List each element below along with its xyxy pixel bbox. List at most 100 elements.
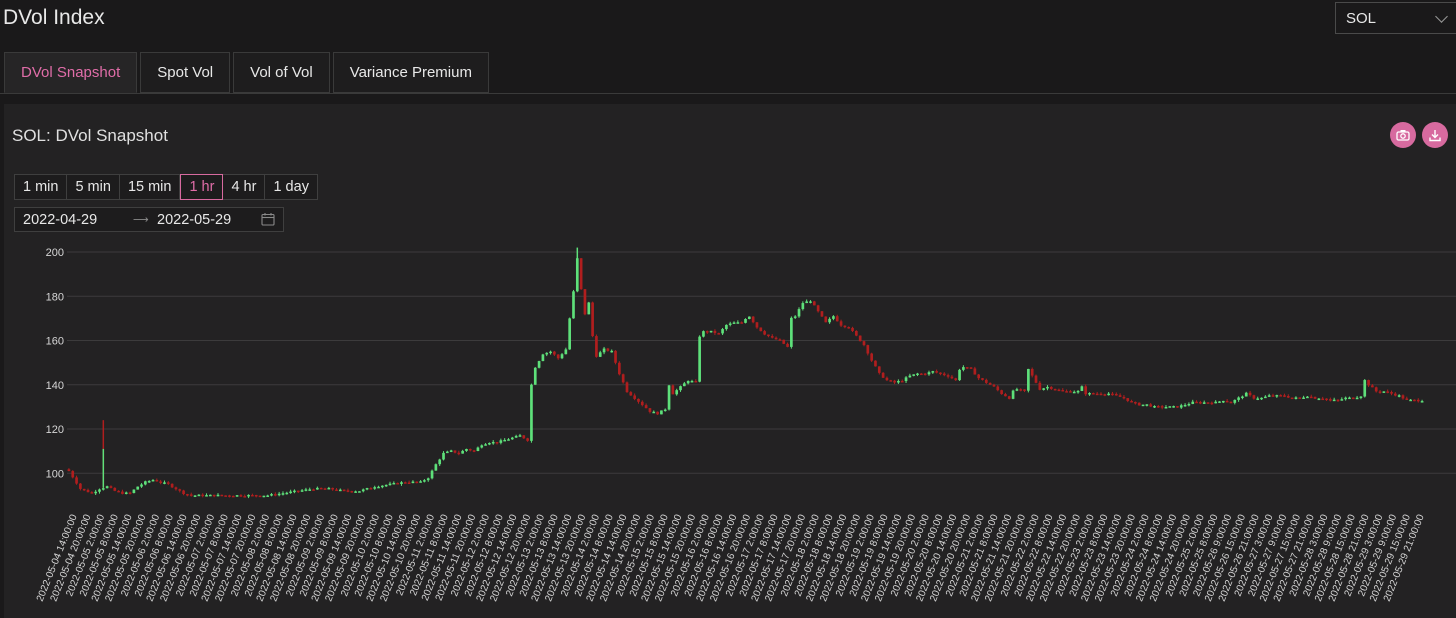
candle-body	[499, 440, 503, 443]
candle-body	[1092, 393, 1095, 395]
candle-body	[377, 486, 380, 489]
range-15min-button[interactable]: 15 min	[119, 174, 181, 200]
candle-body	[541, 354, 545, 362]
candle-body	[1359, 396, 1363, 399]
candle-body	[300, 490, 304, 492]
candle-body	[1199, 402, 1202, 404]
candle-body	[163, 482, 166, 484]
date-range-picker[interactable]: 2022-04-29 ⟶ 2022-05-29	[14, 207, 284, 232]
candle-body	[1072, 391, 1076, 394]
candle-body	[331, 487, 335, 490]
candle-body	[625, 382, 629, 393]
range-1hr-button[interactable]: 1 hr	[180, 174, 224, 200]
candle-body	[365, 488, 369, 490]
candle-body	[423, 480, 426, 482]
candle-body	[270, 494, 273, 496]
candle-body	[663, 409, 667, 412]
candle-body	[1118, 395, 1122, 397]
candle-body	[1363, 380, 1367, 397]
calendar-icon[interactable]	[261, 212, 275, 226]
candle-body	[132, 489, 136, 493]
candle-body	[415, 481, 419, 484]
candle-body	[610, 350, 614, 353]
candle-body	[1202, 402, 1206, 404]
candle-body	[273, 494, 277, 496]
tab-variance-premium[interactable]: Variance Premium	[332, 52, 489, 93]
date-end-input[interactable]: 2022-05-29	[157, 212, 231, 228]
candle-body	[503, 439, 507, 442]
candle-body	[1007, 396, 1011, 399]
candle-body	[140, 484, 143, 487]
candle-body	[984, 379, 988, 383]
candle-body	[996, 386, 1000, 391]
candle-body	[346, 490, 350, 492]
candle-body	[319, 487, 323, 490]
candle-body	[549, 351, 552, 354]
candle-body	[453, 450, 457, 453]
candle-body	[698, 336, 701, 382]
candle-body	[560, 354, 564, 359]
candle-body	[121, 491, 124, 494]
candle-body	[686, 380, 690, 384]
candle-body	[767, 334, 770, 337]
tab-dvol-snapshot[interactable]: DVol Snapshot	[4, 52, 138, 93]
range-4hr-button[interactable]: 4 hr	[223, 174, 266, 200]
candle-body	[793, 316, 797, 318]
candle-body	[247, 494, 250, 497]
candle-body	[1252, 395, 1256, 399]
candle-body	[629, 392, 633, 396]
candle-body	[1309, 396, 1313, 399]
tab-bar: DVol Snapshot Spot Vol Vol of Vol Varian…	[4, 52, 492, 94]
tab-vol-of-vol[interactable]: Vol of Vol	[233, 52, 330, 93]
candle-body	[1141, 404, 1145, 407]
candle-body	[912, 374, 916, 376]
candle-body	[885, 377, 889, 381]
candle-body	[1038, 382, 1042, 390]
candle-body	[962, 367, 965, 370]
range-5min-button[interactable]: 5 min	[67, 174, 120, 200]
candle-body	[1088, 393, 1091, 395]
candle-body	[258, 495, 262, 498]
candle-body	[507, 439, 510, 441]
candle-body	[293, 490, 296, 493]
candle-body	[847, 326, 851, 329]
candle-body	[1049, 386, 1053, 389]
candle-body	[809, 301, 812, 303]
candle-body	[843, 325, 847, 328]
candle-body	[403, 482, 407, 484]
candle-body	[465, 448, 468, 451]
asset-select[interactable]: SOL	[1335, 2, 1456, 34]
candle-body	[579, 258, 583, 290]
candle-body	[388, 483, 392, 486]
candle-body	[556, 354, 560, 359]
candle-body	[266, 495, 270, 497]
candle-body	[1080, 386, 1084, 391]
candle-body	[1248, 392, 1252, 396]
tab-spot-vol[interactable]: Spot Vol	[140, 52, 231, 93]
candle-body	[472, 450, 476, 452]
candle-body	[361, 489, 365, 492]
candle-body	[1042, 388, 1045, 390]
candle-body	[342, 489, 346, 492]
candle-body	[281, 493, 285, 495]
range-1min-button[interactable]: 1 min	[14, 174, 68, 200]
date-start-input[interactable]: 2022-04-29	[23, 212, 97, 228]
candle-body	[598, 352, 602, 357]
candle-body	[675, 390, 679, 395]
candle-body	[1294, 397, 1298, 399]
candle-body	[969, 367, 973, 369]
candle-body	[1069, 391, 1072, 393]
candle-body	[858, 335, 862, 342]
candle-body	[721, 329, 724, 334]
camera-button[interactable]	[1390, 122, 1416, 148]
candle-body	[939, 372, 942, 375]
candle-body	[1413, 399, 1416, 402]
candle-body	[392, 482, 396, 485]
candle-body	[988, 382, 992, 385]
download-button[interactable]	[1422, 122, 1448, 148]
candle-body	[101, 488, 105, 490]
candle-body	[350, 491, 354, 493]
range-1day-button[interactable]: 1 day	[265, 174, 318, 200]
candle-body	[606, 348, 610, 351]
candle-body	[1382, 391, 1386, 393]
